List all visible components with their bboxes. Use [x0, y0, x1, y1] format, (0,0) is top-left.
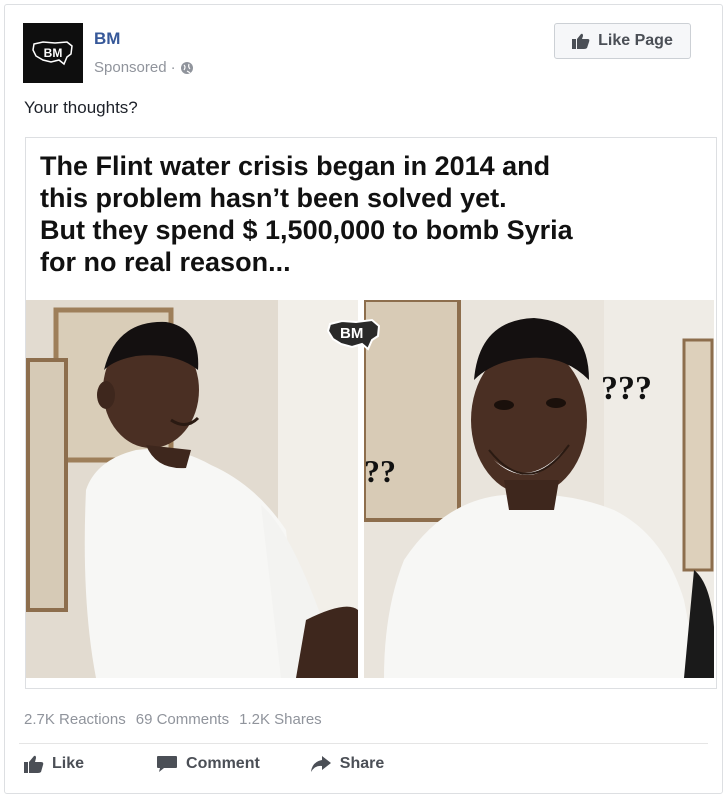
- thumbs-up-icon: [572, 33, 590, 49]
- watermark-logo: BM: [326, 316, 382, 357]
- meme-caption: The Flint water crisis began in 2014 and…: [40, 150, 708, 279]
- thumbs-up-icon: [24, 755, 44, 773]
- comment-label: Comment: [186, 755, 260, 772]
- man-looking-away-illustration: [26, 300, 358, 678]
- speech-bubble-icon: [157, 756, 178, 772]
- comment-button[interactable]: Comment: [156, 755, 260, 773]
- post-actions-bar: Like Comment Share: [24, 755, 384, 773]
- page-name-link[interactable]: BM: [94, 29, 120, 49]
- actions-divider: [19, 743, 708, 744]
- caption-line: this problem hasn’t been solved yet.: [40, 183, 507, 214]
- watermark-text: BM: [340, 325, 364, 342]
- caption-line: The Flint water crisis began in 2014 and: [40, 151, 551, 181]
- meme-panel-left: [26, 300, 358, 678]
- shares-count[interactable]: 1.2K Shares: [239, 711, 322, 728]
- reactions-count[interactable]: 2.7K Reactions: [24, 711, 126, 728]
- sponsored-post-card: BM BM Sponsored · Like Page Your thought…: [4, 4, 723, 794]
- like-page-button[interactable]: Like Page: [554, 23, 691, 59]
- like-page-label: Like Page: [598, 32, 673, 49]
- page-avatar[interactable]: BM: [23, 23, 83, 83]
- engagement-stats: 2.7K Reactions 69 Comments 1.2K Shares: [24, 711, 322, 728]
- comments-count[interactable]: 69 Comments: [136, 711, 229, 728]
- meme-panel-right: [364, 300, 714, 678]
- sponsored-label[interactable]: Sponsored: [94, 59, 167, 76]
- separator-dot: ·: [170, 59, 176, 76]
- share-button[interactable]: Share: [310, 755, 384, 773]
- question-marks-right: ???: [601, 370, 652, 407]
- question-marks-left: ??: [364, 453, 396, 489]
- caption-line: But they spend $ 1,500,000 to bomb Syria: [40, 215, 573, 246]
- avatar-text: BM: [43, 46, 63, 60]
- man-smiling-illustration: [364, 300, 714, 678]
- meme-image[interactable]: The Flint water crisis began in 2014 and…: [25, 137, 717, 689]
- like-label: Like: [52, 755, 85, 772]
- like-button[interactable]: Like: [24, 755, 84, 773]
- post-message: Your thoughts?: [24, 98, 138, 117]
- globe-icon: [180, 61, 193, 74]
- share-arrow-icon: [310, 756, 331, 772]
- share-label: Share: [339, 755, 385, 772]
- sponsored-line: Sponsored ·: [94, 59, 194, 76]
- caption-line: for no real reason...: [40, 247, 291, 278]
